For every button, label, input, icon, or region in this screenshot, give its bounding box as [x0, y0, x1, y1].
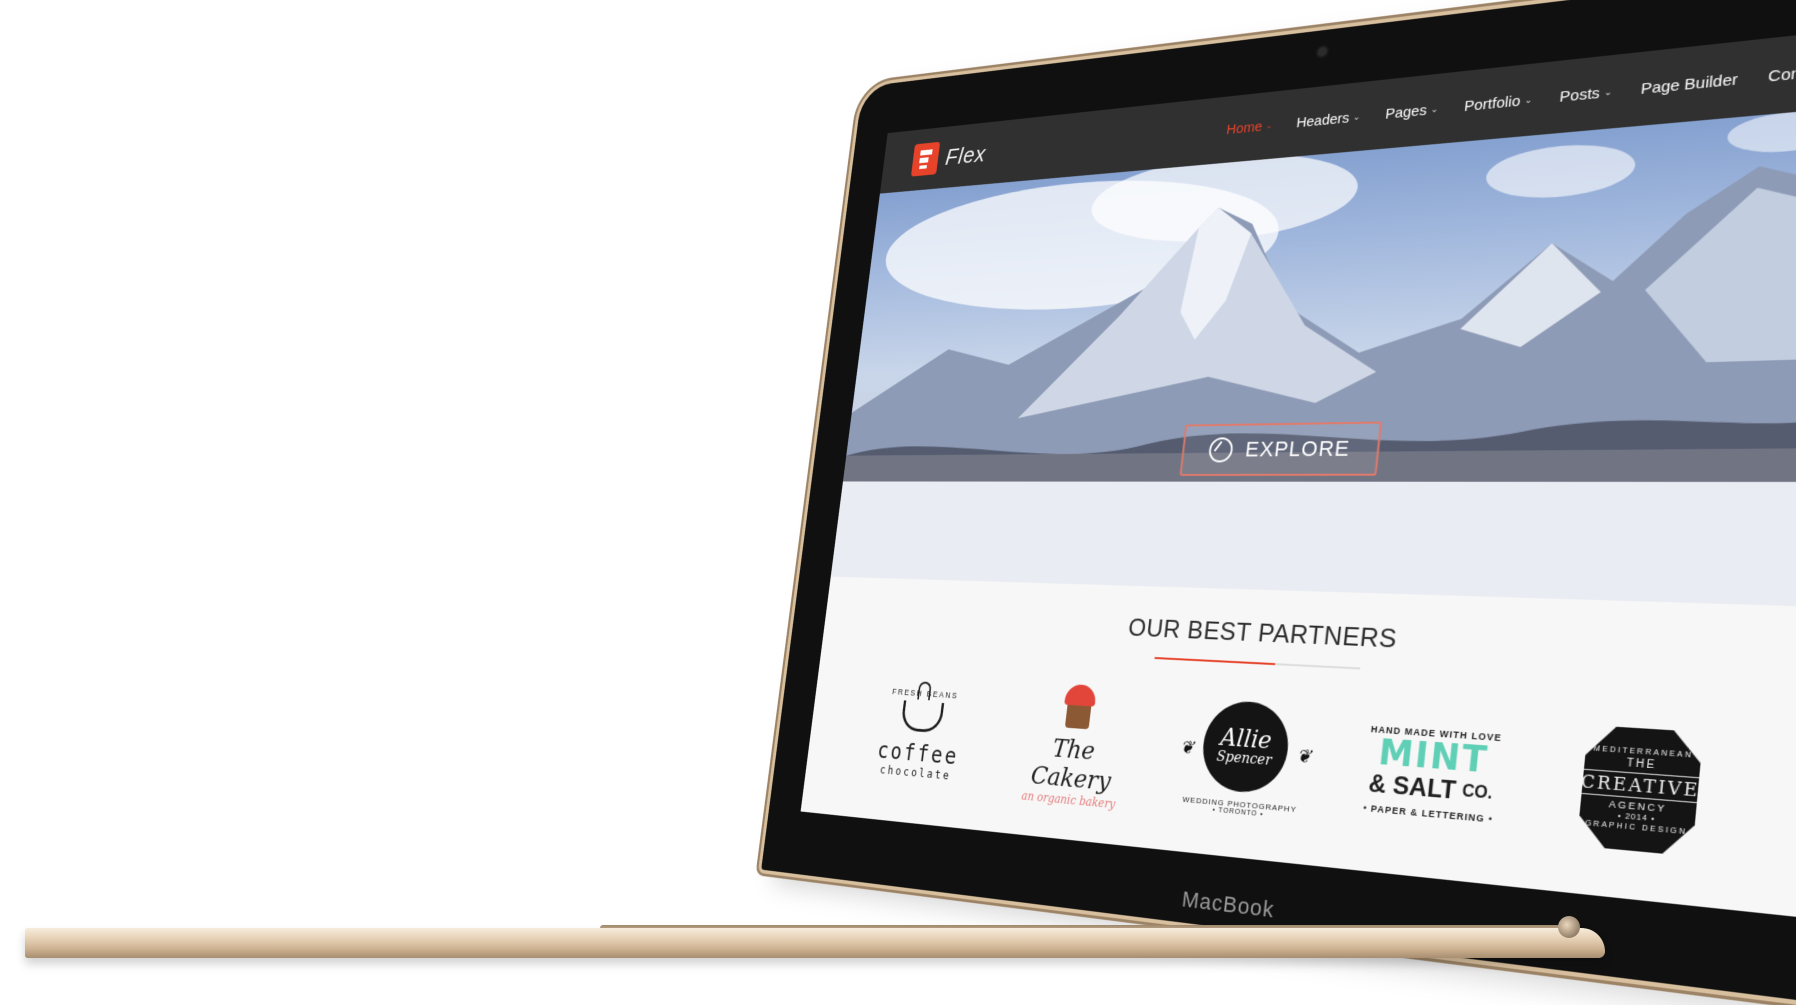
nav-item-page-builder[interactable]: Page Builder: [1640, 70, 1739, 97]
partner-logo-coffee[interactable]: FRESH BEANS coffee chocolate: [856, 671, 987, 798]
creative-the: THE: [1626, 756, 1658, 772]
creative-year: • 2014 •: [1617, 811, 1656, 823]
mint-co: CO.: [1461, 782, 1494, 803]
allie-badge: Allie Spencer ❦ ❦: [1179, 699, 1312, 796]
creative-agency: AGENCY: [1608, 797, 1668, 814]
website-viewport: Flex Home ⌄ Headers ⌄ Pages ⌄ Portfolio …: [800, 26, 1796, 918]
partner-logo-mint[interactable]: HAND MADE WITH LOVE MINT & SALT CO. • PA…: [1348, 701, 1517, 850]
chevron-down-icon: ⌄: [1265, 119, 1274, 130]
partner-logo-allie[interactable]: Allie Spencer ❦ ❦ WEDDING PHOTOGRAPHY • T…: [1168, 690, 1323, 831]
nav-item-label: Page Builder: [1639, 70, 1739, 98]
explore-button[interactable]: EXPLORE: [1179, 421, 1383, 476]
site-logo[interactable]: Flex: [910, 137, 988, 177]
partner-logo-cakery[interactable]: The Cakery an organic bakery: [1004, 680, 1146, 814]
mint-line2: & SALT: [1367, 769, 1458, 806]
cupcake-icon: [1061, 684, 1097, 730]
coffee-cup-icon: [900, 699, 945, 733]
nav-item-home[interactable]: Home ⌄: [1226, 117, 1274, 137]
laptop-base: [25, 928, 1605, 958]
nav-item-label: Home: [1225, 118, 1264, 138]
nav-item-label: Headers: [1295, 109, 1351, 131]
compass-icon: [1207, 437, 1235, 463]
nav-item-label: Portfolio: [1463, 92, 1522, 115]
laptop-mockup-scene: Flex Home ⌄ Headers ⌄ Pages ⌄ Portfolio …: [0, 0, 1796, 1005]
creative-main: CREATIVE: [1580, 768, 1701, 803]
hinge-knob-icon: [1558, 916, 1580, 938]
chevron-down-icon: ⌄: [1352, 111, 1361, 122]
nav-item-headers[interactable]: Headers ⌄: [1295, 108, 1362, 131]
laptop-lid-stage: Flex Home ⌄ Headers ⌄ Pages ⌄ Portfolio …: [0, 0, 1796, 1005]
chevron-down-icon: ⌄: [1430, 103, 1439, 114]
creative-bottom: GRAPHIC DESIGN: [1584, 819, 1688, 836]
nav-item-pages[interactable]: Pages ⌄: [1384, 100, 1439, 123]
nav-item-label: Pages: [1384, 101, 1428, 123]
flex-logo-icon: [910, 141, 941, 177]
nav-item-label: Posts: [1558, 84, 1601, 106]
laptop-lid: Flex Home ⌄ Headers ⌄ Pages ⌄ Portfolio …: [761, 0, 1796, 1005]
logo-text: Flex: [944, 139, 988, 170]
partner-logo-creative[interactable]: MEDITERRANEAN THE CREATIVE AGENCY • 2014…: [1548, 712, 1735, 870]
partner-logos: FRESH BEANS coffee chocolate The Cakery …: [804, 642, 1796, 879]
chevron-down-icon: ⌄: [1603, 85, 1613, 98]
chevron-down-icon: ⌄: [1524, 93, 1534, 105]
webcam-icon: [1317, 46, 1328, 57]
creative-badge: MEDITERRANEAN THE CREATIVE AGENCY • 2014…: [1576, 725, 1703, 856]
nav-item-label: Contact: [1767, 60, 1796, 86]
nav-item-contact[interactable]: Contact: [1767, 61, 1796, 85]
nav-item-posts[interactable]: Posts ⌄: [1558, 83, 1613, 106]
screen-bezel: Flex Home ⌄ Headers ⌄ Pages ⌄ Portfolio …: [761, 0, 1796, 1005]
nav-item-portfolio[interactable]: Portfolio ⌄: [1463, 91, 1534, 115]
explore-label: EXPLORE: [1244, 435, 1352, 462]
